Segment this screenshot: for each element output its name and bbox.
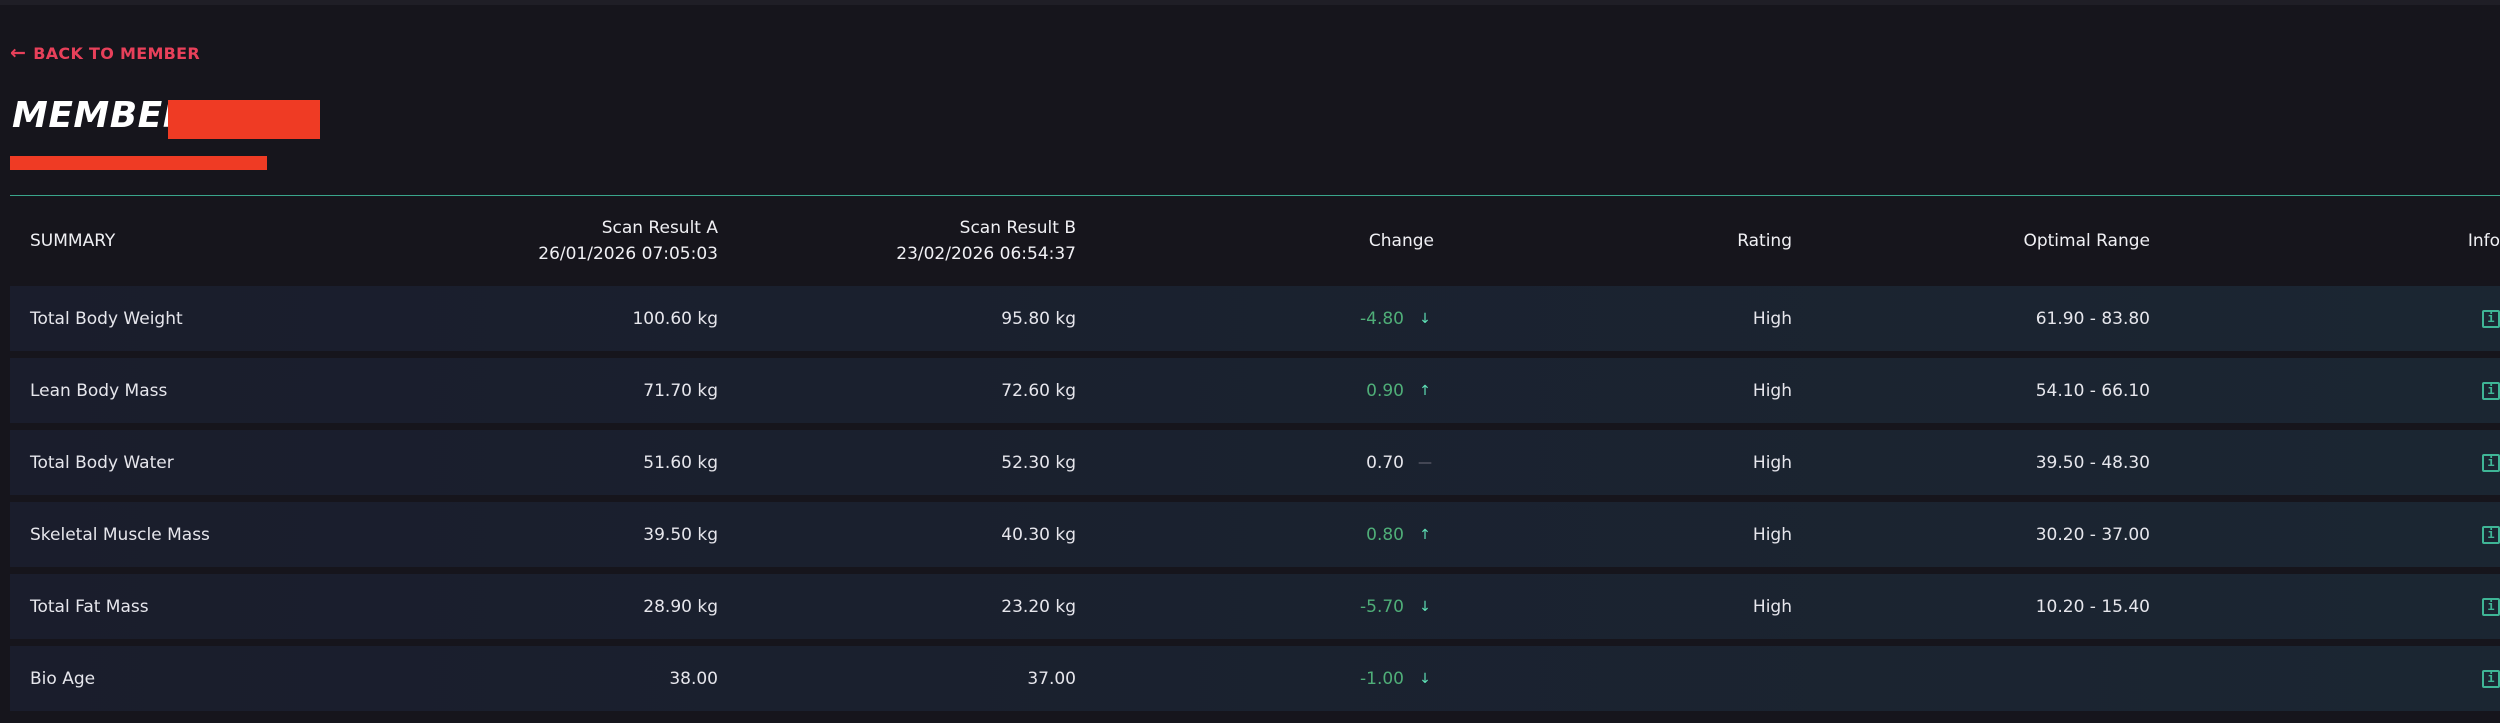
info-cell: i xyxy=(2482,358,2500,423)
arrow-down-icon: ↓ xyxy=(1419,310,1431,327)
info-cell: i xyxy=(2482,430,2500,495)
change-cell: -1.00 ↓ xyxy=(1360,646,1434,711)
optimal-range-value: 10.20 - 15.40 xyxy=(2035,596,2150,617)
metric-name: Total Fat Mass xyxy=(30,596,149,617)
info-icon[interactable]: i xyxy=(2482,453,2500,472)
header-scan-a-date: 26/01/2026 07:05:03 xyxy=(538,244,718,264)
change-value: -5.70 xyxy=(1360,596,1404,617)
rating-value: High xyxy=(1752,524,1792,545)
dash-icon: — xyxy=(1418,454,1432,471)
rating-value: High xyxy=(1752,596,1792,617)
scan-b-value: 23.20 kg xyxy=(1001,596,1076,617)
table-row: Bio Age 38.00 37.00 -1.00 ↓ i xyxy=(10,646,2500,711)
info-cell: i xyxy=(2482,574,2500,639)
table-row: Total Body Weight 100.60 kg 95.80 kg -4.80 ↓… xyxy=(10,286,2500,351)
header-scan-a-label: Scan Result A xyxy=(601,218,718,238)
scan-b-value: 52.30 kg xyxy=(1001,452,1076,473)
scan-a-value: 28.90 kg xyxy=(643,596,718,617)
change-value: 0.70 xyxy=(1366,452,1404,473)
change-cell: 0.90 ↑ xyxy=(1366,358,1434,423)
optimal-range-value: 54.10 - 66.10 xyxy=(2035,380,2150,401)
redacted-member-name xyxy=(168,100,320,139)
back-to-member-link[interactable]: ← BACK TO MEMBER xyxy=(10,42,201,64)
arrow-down-icon: ↓ xyxy=(1419,670,1431,687)
scan-a-value: 38.00 xyxy=(669,668,718,689)
info-icon[interactable]: i xyxy=(2482,669,2500,688)
redacted-member-subtitle xyxy=(10,156,267,170)
metric-name: Total Body Weight xyxy=(30,308,183,329)
rating-value: High xyxy=(1752,308,1792,329)
change-cell: 0.70 — xyxy=(1366,430,1434,495)
scan-a-value: 39.50 kg xyxy=(643,524,718,545)
info-icon[interactable]: i xyxy=(2482,597,2500,616)
arrow-left-icon: ← xyxy=(10,42,27,64)
optimal-range-value: 61.90 - 83.80 xyxy=(2035,308,2150,329)
optimal-range-value: 39.50 - 48.30 xyxy=(2035,452,2150,473)
rating-value: High xyxy=(1752,452,1792,473)
metric-name: Bio Age xyxy=(30,668,96,689)
change-value: 0.90 xyxy=(1366,380,1404,401)
info-icon[interactable]: i xyxy=(2482,381,2500,400)
change-value: -4.80 xyxy=(1360,308,1404,329)
metric-name: Skeletal Muscle Mass xyxy=(30,524,210,545)
table-row: Total Body Water 51.60 kg 52.30 kg 0.70 — Hig… xyxy=(10,430,2500,495)
info-cell: i xyxy=(2482,646,2500,711)
header-scan-b-label: Scan Result B xyxy=(959,218,1076,238)
header-scan-b-date: 23/02/2026 06:54:37 xyxy=(896,244,1076,264)
scan-a-value: 71.70 kg xyxy=(643,380,718,401)
table-row: Total Fat Mass 28.90 kg 23.20 kg -5.70 ↓ High… xyxy=(10,574,2500,639)
scan-a-value: 51.60 kg xyxy=(643,452,718,473)
page-title: MEMBER xyxy=(12,95,191,136)
scan-b-value: 37.00 xyxy=(1027,668,1076,689)
change-value: 0.80 xyxy=(1366,524,1404,545)
scan-comparison-table: SUMMARY Scan Result A 26/01/2026 07:05:0… xyxy=(10,196,2500,718)
table-row: Skeletal Muscle Mass 39.50 kg 40.30 kg 0.80… xyxy=(10,502,2500,567)
change-cell: -5.70 ↓ xyxy=(1360,574,1434,639)
table-row: Lean Body Mass 71.70 kg 72.60 kg 0.90 ↑ High 5… xyxy=(10,358,2500,423)
back-link-label: BACK TO MEMBER xyxy=(33,44,201,63)
metric-name: Total Body Water xyxy=(30,452,174,473)
info-cell: i xyxy=(2482,502,2500,567)
top-border xyxy=(0,0,2500,5)
header-optimal-range: Optimal Range xyxy=(2023,231,2150,251)
change-cell: 0.80 ↑ xyxy=(1366,502,1434,567)
scan-b-value: 72.60 kg xyxy=(1001,380,1076,401)
header-rating: Rating xyxy=(1737,231,1792,251)
metric-name: Lean Body Mass xyxy=(30,380,168,401)
header-scan-b: Scan Result B 23/02/2026 06:54:37 xyxy=(896,196,1076,286)
change-cell: -4.80 ↓ xyxy=(1360,286,1434,351)
optimal-range-value: 30.20 - 37.00 xyxy=(2035,524,2150,545)
rating-value: High xyxy=(1752,380,1792,401)
arrow-up-icon: ↑ xyxy=(1419,526,1431,543)
header-change: Change xyxy=(1368,231,1434,251)
header-scan-a: Scan Result A 26/01/2026 07:05:03 xyxy=(538,196,718,286)
info-icon[interactable]: i xyxy=(2482,525,2500,544)
scan-b-value: 95.80 kg xyxy=(1001,308,1076,329)
info-cell: i xyxy=(2482,286,2500,351)
arrow-up-icon: ↑ xyxy=(1419,382,1431,399)
scan-b-value: 40.30 kg xyxy=(1001,524,1076,545)
arrow-down-icon: ↓ xyxy=(1419,598,1431,615)
header-info: Info xyxy=(2467,231,2500,251)
table-header: SUMMARY Scan Result A 26/01/2026 07:05:0… xyxy=(10,196,2500,286)
header-summary: SUMMARY xyxy=(30,231,116,251)
change-value: -1.00 xyxy=(1360,668,1404,689)
info-icon[interactable]: i xyxy=(2482,309,2500,328)
scan-a-value: 100.60 kg xyxy=(632,308,718,329)
